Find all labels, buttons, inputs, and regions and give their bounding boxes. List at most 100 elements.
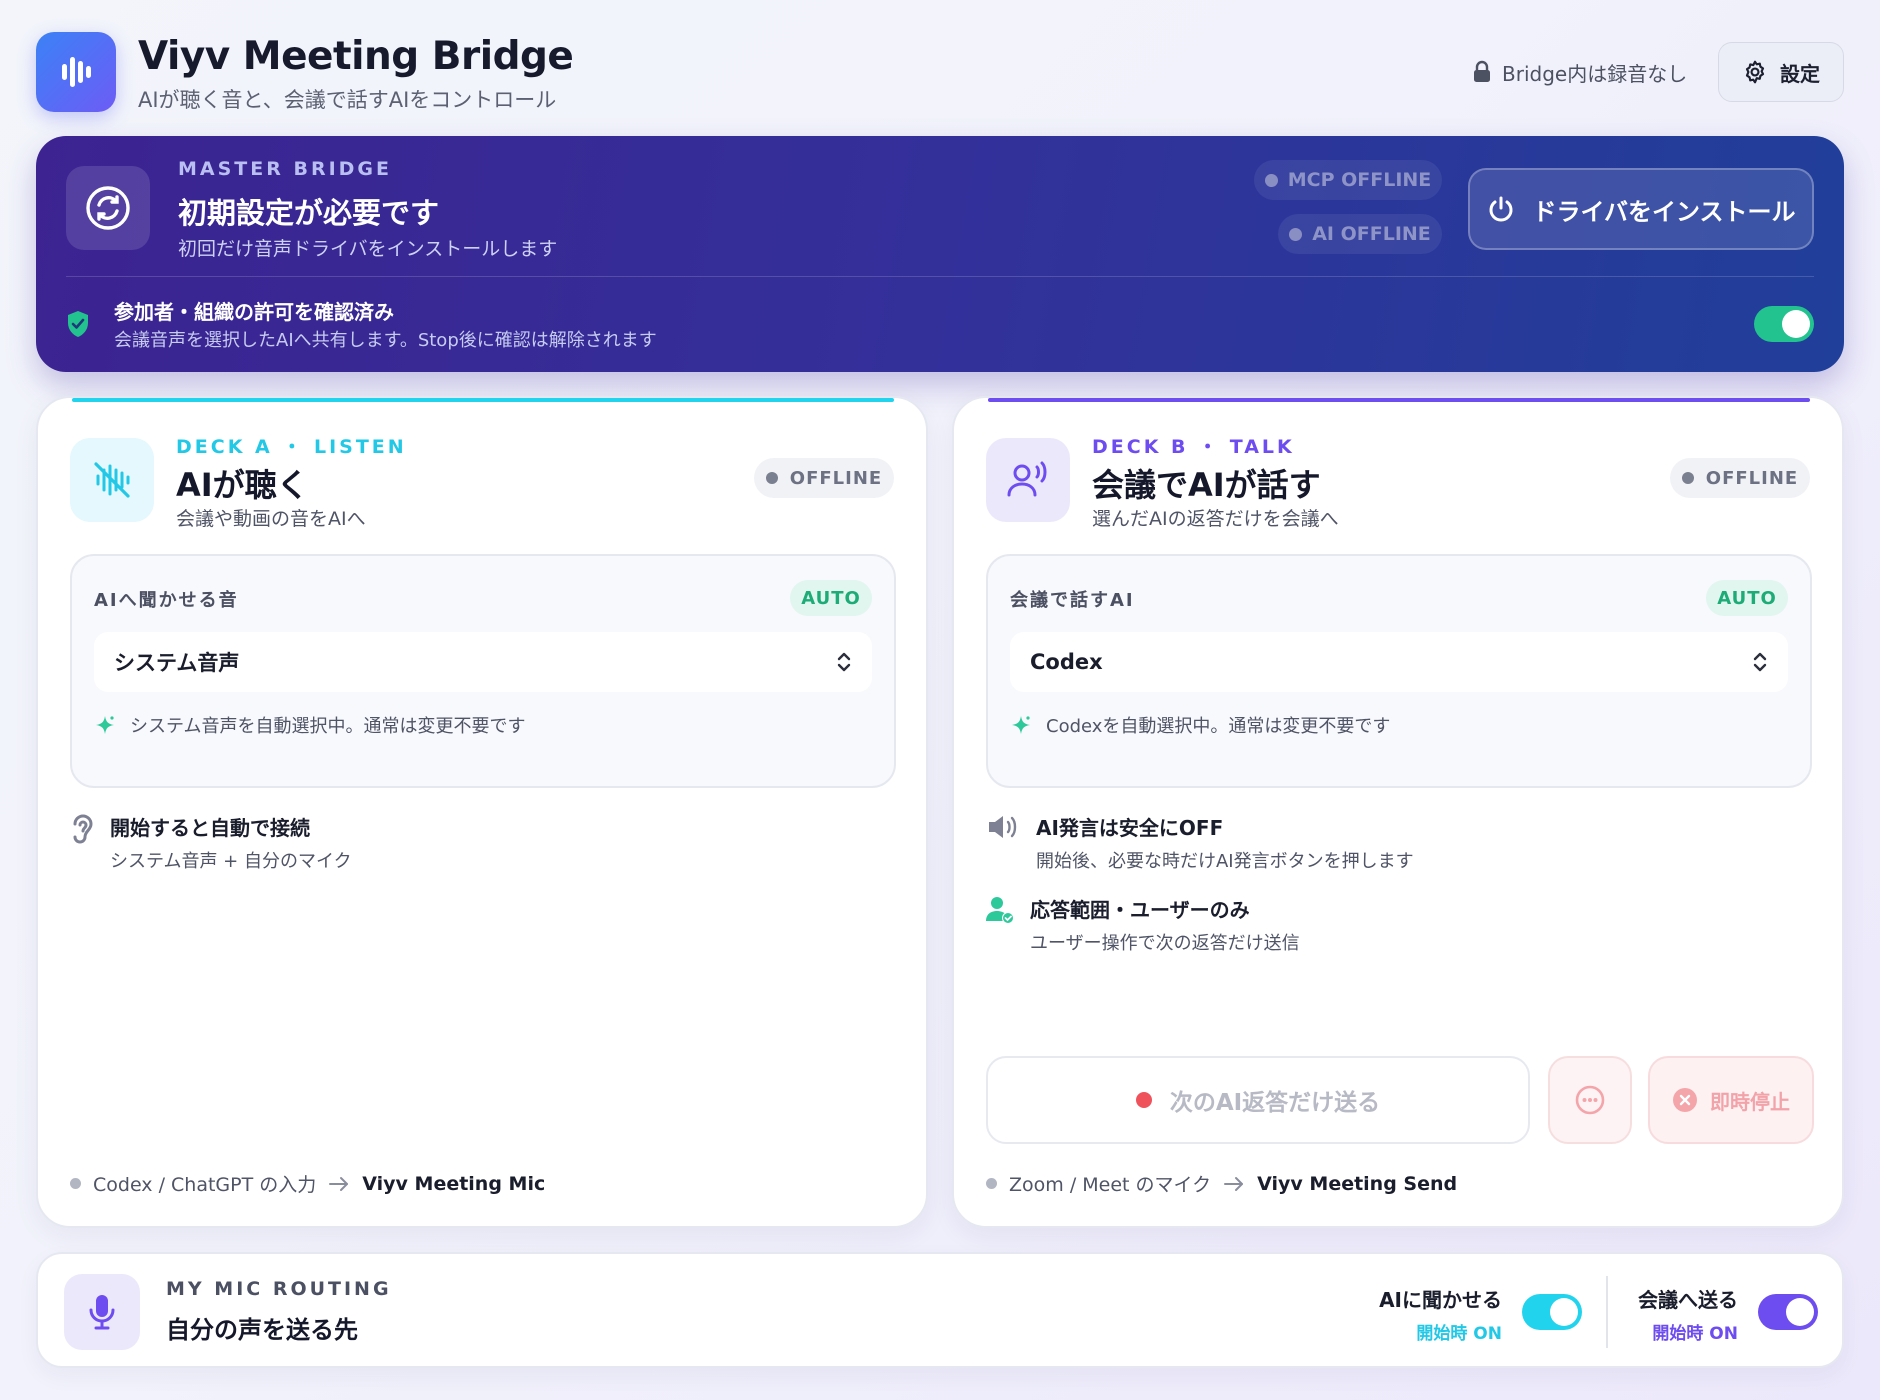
- deck-a-info-title: 開始すると自動で接続: [110, 816, 310, 840]
- sync-icon: [86, 186, 130, 230]
- install-driver-label: ドライバをインストール: [1532, 197, 1796, 226]
- deck-b-info-row-safety: AI発言は安全にOFF 開始後、必要な時だけAI発言ボタンを押します: [986, 812, 1414, 873]
- mic-to-meeting-toggle[interactable]: [1758, 1294, 1818, 1330]
- master-label: MASTER BRIDGE: [178, 158, 393, 180]
- master-bridge-panel: MASTER BRIDGE 初期設定が必要です 初回だけ音声ドライバをインストー…: [36, 136, 1844, 372]
- deck-a-auto-note-text: システム音声を自動選択中。通常は変更不要です: [130, 716, 526, 737]
- power-icon: [1490, 196, 1513, 222]
- deck-b-info2-title: 応答範囲・ユーザーのみ: [1030, 898, 1250, 922]
- deck-b-info-row-scope: 応答範囲・ユーザーのみ ユーザー操作で次の返答だけ送信: [986, 894, 1300, 955]
- arrow-right-icon: [329, 1176, 349, 1191]
- audio-source-value: システム音声: [114, 651, 240, 675]
- deck-a-status-text: OFFLINE: [789, 467, 883, 489]
- deck-b-route-source: Zoom / Meet のマイク: [1009, 1174, 1212, 1196]
- deck-a-auto-note: システム音声を自動選択中。通常は変更不要です: [94, 712, 525, 738]
- deck-b-auto-note-text: Codexを自動選択中。通常は変更不要です: [1046, 716, 1391, 737]
- user-check-icon: [986, 897, 1014, 924]
- deck-a-label: DECK A ・ LISTEN: [176, 436, 407, 458]
- mic-routing-label: MY MIC ROUTING: [166, 1278, 392, 1300]
- route-dot: [70, 1178, 81, 1189]
- microphone-icon: [89, 1295, 115, 1330]
- deck-b-route: Zoom / Meet のマイク Viyv Meeting Send: [986, 1170, 1457, 1197]
- deck-a-select-label: AIへ聞かせる音: [94, 590, 239, 611]
- deck-a-status-badge: OFFLINE: [754, 458, 894, 498]
- deck-a-info-row: 開始すると自動で接続 システム音声 + 自分のマイク: [70, 812, 352, 873]
- speaker-icon: [989, 816, 1017, 838]
- master-title: 初期設定が必要です: [178, 196, 440, 230]
- deck-b-route-dest: Viyv Meeting Send: [1257, 1172, 1458, 1195]
- deck-b-ai-card: 会議で話すAI AUTO Codex Codexを自動選択中。通常は変更不要です: [986, 554, 1812, 788]
- master-subtitle: 初回だけ音声ドライバをインストールします: [178, 238, 558, 260]
- deck-a-route: Codex / ChatGPT の入力 Viyv Meeting Mic: [70, 1170, 545, 1197]
- deck-b-select-label: 会議で話すAI: [1010, 590, 1135, 611]
- app-title: Viyv Meeting Bridge: [138, 34, 574, 79]
- record-dot-icon: [1135, 1092, 1152, 1108]
- chevron-updown-icon: [1753, 652, 1767, 672]
- mic-routing-title: 自分の声を送る先: [166, 1316, 358, 1344]
- speaking-ai-value: Codex: [1030, 650, 1103, 674]
- deck-a-accent-bar: [72, 398, 894, 402]
- mcp-status-badge: MCP OFFLINE: [1254, 160, 1442, 200]
- deck-b-info1-subtitle: 開始後、必要な時だけAI発言ボタンを押します: [1036, 851, 1414, 872]
- more-dots-icon: [1575, 1085, 1605, 1115]
- deck-b-label: DECK B ・ TALK: [1092, 436, 1295, 458]
- deck-a-source-card: AIへ聞かせる音 AUTO システム音声 システム音声を自動選択中。通常は変更不…: [70, 554, 896, 788]
- route-dot: [986, 1178, 997, 1189]
- mic-to-ai-option: AIに聞かせる 開始時 ON: [1379, 1284, 1502, 1344]
- deck-b-auto-note: Codexを自動選択中。通常は変更不要です: [1010, 712, 1390, 738]
- lock-icon: [1474, 60, 1490, 82]
- sparkle-icon: [96, 716, 114, 734]
- deck-b-title: 会議でAIが話す: [1092, 466, 1321, 504]
- mic-to-ai-label: AIに聞かせる: [1379, 1288, 1502, 1312]
- deck-b-subtitle: 選んだAIの返答だけを会議へ: [1092, 508, 1339, 530]
- auto-badge: AUTO: [1706, 580, 1788, 616]
- deck-b-info1-title: AI発言は安全にOFF: [1036, 816, 1224, 840]
- divider: [1606, 1276, 1608, 1348]
- settings-label: 設定: [1780, 61, 1820, 86]
- mic-routing-panel: MY MIC ROUTING 自分の声を送る先 AIに聞かせる 開始時 ON 会…: [36, 1252, 1844, 1368]
- send-next-reply-label: 次のAI返答だけ送る: [1169, 1090, 1381, 1116]
- deck-a-route-source: Codex / ChatGPT の入力: [93, 1174, 317, 1196]
- deck-a-subtitle: 会議や動画の音をAIへ: [176, 508, 366, 530]
- consent-toggle[interactable]: [1754, 306, 1814, 342]
- install-driver-button[interactable]: ドライバをインストール: [1468, 168, 1814, 250]
- status-dot: [1289, 227, 1303, 241]
- arrow-right-icon: [1224, 1176, 1244, 1191]
- waveform-muted-icon: [94, 462, 130, 498]
- mic-to-ai-sub: 開始時 ON: [1416, 1324, 1502, 1344]
- app-logo: [36, 32, 116, 112]
- deck-b-status-badge: OFFLINE: [1670, 458, 1810, 498]
- deck-a-info-subtitle: システム音声 + 自分のマイク: [110, 851, 352, 872]
- mic-icon-tile: [64, 1274, 140, 1350]
- deck-b-accent-bar: [988, 398, 1810, 402]
- mic-to-ai-toggle[interactable]: [1522, 1294, 1582, 1330]
- send-next-reply-button[interactable]: 次のAI返答だけ送る: [986, 1056, 1530, 1144]
- privacy-note: Bridge内は録音なし: [1472, 58, 1687, 86]
- more-options-button[interactable]: [1548, 1056, 1632, 1144]
- deck-a-panel: DECK A ・ LISTEN AIが聴く 会議や動画の音をAIへ OFFLIN…: [36, 396, 928, 1228]
- consent-title: 参加者・組織の許可を確認済み: [114, 300, 394, 324]
- ai-status-text: AI OFFLINE: [1312, 223, 1431, 245]
- audio-source-select[interactable]: システム音声: [94, 632, 872, 692]
- app-subtitle: AIが聴く音と、会議で話すAIをコントロール: [138, 88, 557, 112]
- deck-b-panel: DECK B ・ TALK 会議でAIが話す 選んだAIの返答だけを会議へ OF…: [952, 396, 1844, 1228]
- emergency-stop-label: 即時停止: [1710, 1089, 1790, 1114]
- deck-b-info2-subtitle: ユーザー操作で次の返答だけ送信: [1030, 933, 1300, 954]
- deck-a-route-dest: Viyv Meeting Mic: [362, 1172, 546, 1195]
- mic-to-meeting-option: 会議へ送る 開始時 ON: [1638, 1284, 1738, 1344]
- status-dot: [1264, 173, 1278, 187]
- ai-status-badge: AI OFFLINE: [1278, 214, 1442, 254]
- deck-b-icon-tile: [986, 438, 1070, 522]
- mcp-status-text: MCP OFFLINE: [1287, 169, 1432, 191]
- emergency-stop-button[interactable]: 即時停止: [1648, 1056, 1814, 1144]
- consent-subtitle: 会議音声を選択したAIへ共有します。Stop後に確認は解除されます: [114, 330, 657, 351]
- speaking-ai-select[interactable]: Codex: [1010, 632, 1788, 692]
- settings-button[interactable]: 設定: [1718, 42, 1844, 102]
- chevron-updown-icon: [837, 652, 851, 672]
- status-dot: [765, 472, 778, 484]
- mic-to-meeting-sub: 開始時 ON: [1652, 1324, 1738, 1344]
- close-circle-icon: [1673, 1088, 1697, 1112]
- gear-icon: [1745, 60, 1765, 84]
- deck-b-status-text: OFFLINE: [1705, 467, 1799, 489]
- speaking-person-icon: [1007, 461, 1047, 497]
